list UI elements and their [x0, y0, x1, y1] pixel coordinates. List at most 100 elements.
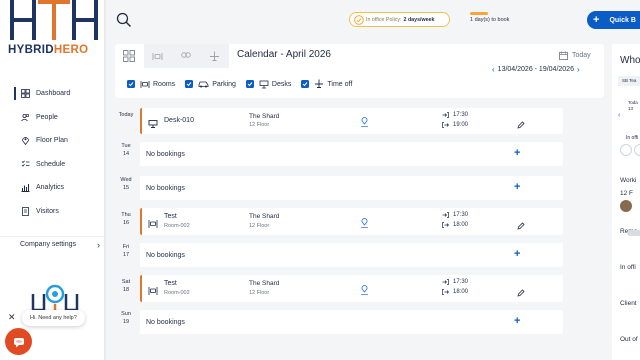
days-to-book: 1 day(s) to book: [466, 12, 526, 27]
chevron-left-icon[interactable]: ‹: [492, 65, 495, 74]
today-button[interactable]: Today: [559, 51, 591, 60]
checkbox-time-off[interactable]: [301, 80, 310, 88]
booking-name: Test: [164, 280, 177, 287]
rooms-icon: [148, 216, 158, 228]
team-selector[interactable]: SB Tea: [618, 76, 640, 86]
add-booking-button[interactable]: +: [514, 147, 520, 159]
nav-dashboard[interactable]: Dashboard: [0, 82, 106, 106]
close-icon[interactable]: ✕: [8, 312, 16, 323]
plus-icon: +: [593, 14, 600, 26]
chat-icon: [13, 337, 24, 347]
days-to-book-text: 1 day(s) to book: [470, 17, 510, 23]
day-of-week: Fri: [122, 244, 130, 250]
help-text: Hi. Need any help?: [30, 315, 77, 321]
people-icon: [181, 52, 191, 58]
booking-end-time: 18:00: [453, 289, 469, 295]
nav-visitors[interactable]: Visitors: [0, 200, 106, 224]
filter-parking[interactable]: Parking: [185, 80, 236, 88]
booking-resource: Room-002: [164, 290, 190, 296]
edit-icon[interactable]: [517, 217, 525, 235]
page-title: Calendar - April 2026: [237, 49, 331, 60]
booking-floor: 12 Floor: [249, 290, 270, 296]
checkbox-desks[interactable]: [245, 80, 254, 88]
floor-plan-pin-icon[interactable]: [360, 283, 369, 301]
filter-desks[interactable]: Desks: [245, 80, 292, 89]
nav-floor-plan[interactable]: Floor Plan: [0, 129, 106, 153]
day-label: Fri 17: [115, 243, 137, 259]
search-button[interactable]: [115, 11, 133, 29]
date-range-text: 13/04/2026 - 19/04/2026: [497, 66, 574, 73]
day-of-week: Today: [118, 112, 134, 118]
tab-rooms-view[interactable]: [143, 44, 172, 68]
remote-toggle[interactable]: [627, 230, 640, 236]
checkbox-parking[interactable]: [185, 80, 194, 88]
avatar[interactable]: [620, 200, 632, 212]
sidebar: HYBRIDHERO Dashboard People Floor Plan S…: [0, 0, 106, 360]
add-booking-button[interactable]: +: [514, 315, 520, 327]
booking-location: The Shard: [249, 280, 280, 287]
edit-icon[interactable]: [517, 116, 525, 134]
filter-time-off[interactable]: Time off: [301, 79, 352, 89]
nav-people[interactable]: People: [0, 106, 106, 130]
booking-end-time: 18:00: [453, 222, 469, 228]
chevron-right-icon[interactable]: ›: [577, 65, 580, 74]
plane-icon: [210, 51, 220, 61]
booking-filters: Rooms Parking Desks Time off: [127, 79, 362, 89]
office-icon[interactable]: [620, 144, 632, 156]
avatar[interactable]: [634, 144, 640, 156]
empty-day-card[interactable]: No bookings +: [140, 176, 563, 200]
day-of-week: Sun: [121, 311, 131, 317]
working-floor: 12 F: [620, 190, 634, 197]
search-icon: [116, 12, 131, 27]
grid-icon: [123, 50, 136, 62]
help-bubble[interactable]: Hi. Need any help?: [22, 310, 85, 326]
filter-rooms[interactable]: Rooms: [127, 80, 175, 89]
status-working: Worki: [620, 177, 637, 184]
company-settings-label: Company settings: [20, 241, 77, 248]
edit-icon[interactable]: [517, 284, 525, 302]
checkbox-rooms[interactable]: [127, 80, 135, 88]
booking-location: The Shard: [249, 113, 280, 120]
floor-plan-pin-icon[interactable]: [360, 115, 369, 133]
day-number: 15: [122, 185, 130, 191]
in-office-small-label: In offi: [626, 135, 639, 141]
empty-day-card[interactable]: No bookings +: [140, 310, 563, 334]
chevron-left-icon[interactable]: ‹: [618, 112, 620, 119]
booking-card[interactable]: Test Room-002 The Shard 12 Floor 17:30 1…: [140, 208, 563, 235]
day-number: 17: [122, 252, 130, 258]
booking-start: 17:30: [442, 279, 468, 285]
nav-analytics[interactable]: Analytics: [0, 176, 106, 200]
sidebar-scrollbar[interactable]: [104, 0, 106, 360]
day-of-week: Wed: [120, 177, 132, 183]
booking-card[interactable]: Desk-010 The Shard 12 Floor 17:30 19:00: [140, 108, 563, 134]
filter-rooms-label: Rooms: [153, 80, 176, 88]
filter-desks-label: Desks: [271, 80, 292, 88]
no-bookings-text: No bookings: [146, 185, 185, 192]
no-bookings-text: No bookings: [146, 151, 185, 158]
whos-in-panel: Who SB Tea Toda 13 ‹ In offi Worki 12 F …: [612, 44, 640, 360]
booking-end: 19:00: [442, 122, 468, 128]
booking-card[interactable]: Test Room-002 The Shard 12 Floor 17:30 1…: [140, 275, 563, 302]
check-circle-icon: [354, 15, 364, 25]
tab-people-view[interactable]: [172, 44, 201, 68]
view-tabs: [115, 44, 229, 68]
visitors-icon: [20, 206, 30, 216]
days-progress-bar: [470, 12, 488, 15]
add-booking-button[interactable]: +: [514, 181, 520, 193]
booking-end: 18:00: [442, 222, 468, 228]
empty-day-card[interactable]: No bookings +: [140, 142, 563, 166]
chat-button[interactable]: [5, 328, 32, 355]
today-label: Today: [572, 52, 591, 59]
tab-time-off-view[interactable]: [200, 44, 229, 68]
quick-book-button[interactable]: + Quick B: [587, 11, 640, 29]
add-booking-button[interactable]: +: [514, 248, 520, 260]
booking-end-time: 19:00: [453, 122, 469, 128]
booking-location: The Shard: [249, 213, 280, 220]
tab-dashboard-view[interactable]: [115, 44, 144, 68]
day-label: Tue 14: [115, 142, 137, 158]
floor-plan-pin-icon[interactable]: [360, 216, 369, 234]
company-settings[interactable]: Company settings ›: [0, 236, 106, 252]
empty-day-card[interactable]: No bookings +: [140, 243, 563, 267]
nav-schedule[interactable]: Schedule: [0, 153, 106, 177]
booking-resource: Room-002: [164, 223, 190, 229]
